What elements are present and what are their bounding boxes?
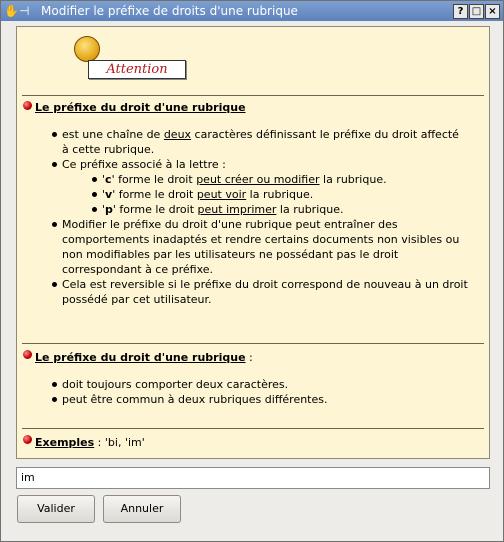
section-heading: Exemples <box>35 436 95 449</box>
right-v-line: 'v' forme le droit peut voir la rubrique… <box>102 188 314 201</box>
bullet-dot <box>52 162 57 167</box>
prefix-input-wrapper[interactable] <box>16 467 490 489</box>
sub-bullet-dot <box>92 192 97 197</box>
title-bar[interactable]: ✋⊣ Modifier le préfixe de droits d'une r… <box>1 1 503 21</box>
examples-line: Exemples : 'bi, 'im' <box>35 436 145 449</box>
dialog-window: ✋⊣ Modifier le préfixe de droits d'une r… <box>0 0 504 542</box>
bullet-dot <box>52 222 57 227</box>
text-line: non modifiables par les utilisateurs ne … <box>62 248 399 261</box>
text-line: est une chaîne de deux caractères défini… <box>62 128 459 141</box>
right-p-line: 'p' forme le droit peut imprimer la rubr… <box>102 203 344 216</box>
red-bullet-icon <box>23 435 32 444</box>
attention-label: Attention <box>88 60 186 79</box>
help-button[interactable]: ? <box>453 4 468 19</box>
section-heading: Le préfixe du droit d'une rubrique <box>35 101 246 114</box>
valider-button[interactable]: Valider <box>17 495 95 523</box>
section-heading-line: Le préfixe du droit d'une rubrique : <box>35 351 253 364</box>
divider <box>22 343 484 344</box>
section-heading: Le préfixe du droit d'une rubrique <box>35 351 246 364</box>
prefix-input[interactable] <box>17 468 481 486</box>
help-panel: Attention Le préfixe du droit d'une rubr… <box>16 26 490 459</box>
text-line: Cela est reversible si le préfixe du dro… <box>62 278 468 291</box>
window-title: Modifier le préfixe de droits d'une rubr… <box>41 4 298 18</box>
bullet-dot <box>52 132 57 137</box>
smiley-icon <box>74 36 100 62</box>
text-line: comportements inadaptés et rendre certai… <box>62 233 460 246</box>
maximize-button[interactable]: □ <box>469 4 484 19</box>
text-line: correspondant à ce préfixe. <box>62 263 214 276</box>
red-bullet-icon <box>23 350 32 359</box>
text-line: peut être commun à deux rubriques différ… <box>62 393 328 406</box>
bullet-dot <box>52 382 57 387</box>
text-line: Ce préfixe associé à la lettre : <box>62 158 226 171</box>
divider <box>22 95 484 96</box>
text-line: Modifier le préfixe du droit d'une rubri… <box>62 218 398 231</box>
bullet-dot <box>52 282 57 287</box>
bullet-dot <box>52 397 57 402</box>
close-button[interactable]: × <box>485 4 500 19</box>
divider <box>22 428 484 429</box>
right-c-line: 'c' forme le droit peut créer ou modifie… <box>102 173 387 186</box>
annuler-button[interactable]: Annuler <box>103 495 181 523</box>
sub-bullet-dot <box>92 207 97 212</box>
sub-bullet-dot <box>92 177 97 182</box>
text-line: à cette rubrique. <box>62 143 155 156</box>
text-line: possédé par cet utilisateur. <box>62 293 212 306</box>
text-line: doit toujours comporter deux caractères. <box>62 378 289 391</box>
window-menu-icon[interactable]: ✋⊣ <box>4 4 34 18</box>
red-bullet-icon <box>23 101 32 110</box>
